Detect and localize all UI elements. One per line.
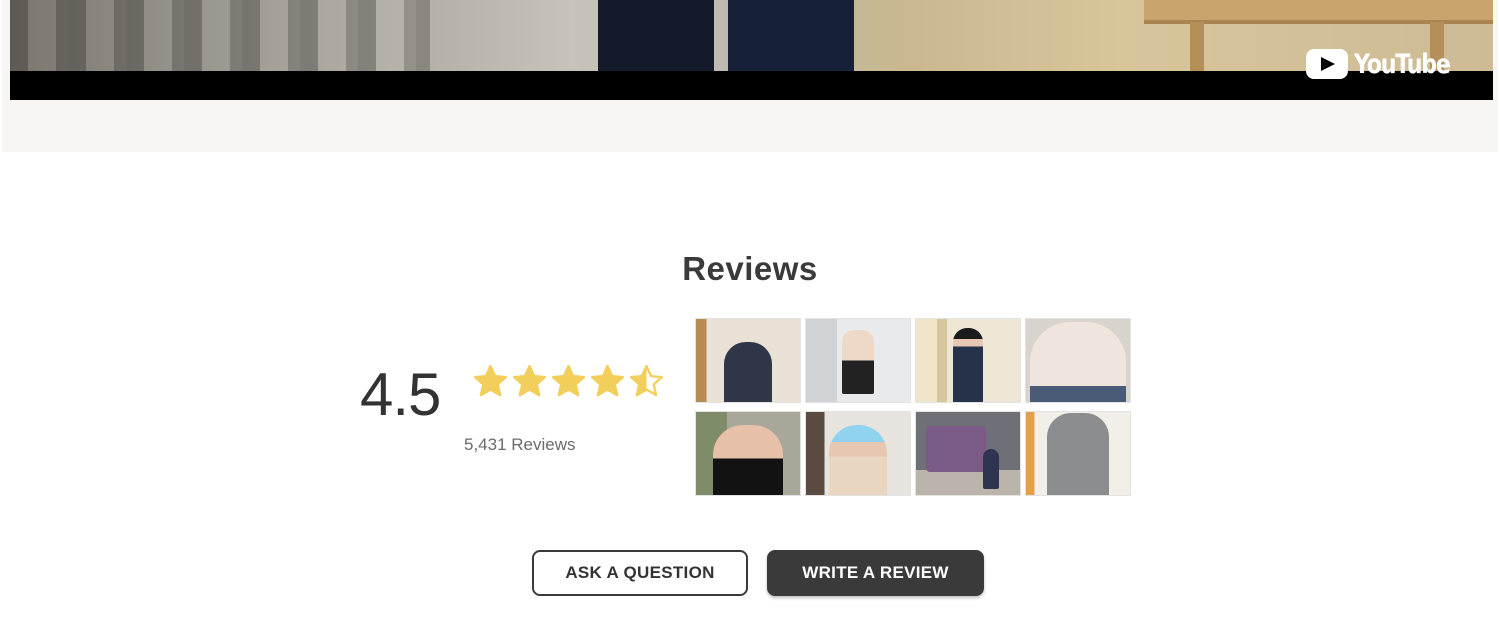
review-photo-grid xyxy=(695,318,1133,496)
video-curtain xyxy=(10,0,430,71)
review-photo-5[interactable] xyxy=(695,411,801,496)
review-photo-6[interactable] xyxy=(805,411,911,496)
photo-subject xyxy=(842,330,874,394)
star-full-icon xyxy=(474,365,507,397)
video-frame-image xyxy=(10,0,1493,71)
photo-subject xyxy=(1030,322,1126,402)
photo-subject xyxy=(829,425,887,495)
review-photo-3[interactable] xyxy=(915,318,1021,403)
review-count[interactable]: 5,431 Reviews xyxy=(464,435,576,455)
reviews-heading: Reviews xyxy=(682,250,818,287)
star-full-icon xyxy=(552,365,585,397)
review-photo-1[interactable] xyxy=(695,318,801,403)
video-section: YouTube xyxy=(2,0,1498,152)
photo-subject xyxy=(713,425,783,495)
video-table xyxy=(1144,0,1493,24)
rating-stars xyxy=(473,364,664,399)
average-rating: 4.5 xyxy=(360,361,441,428)
photo-subject xyxy=(724,342,772,402)
photo-subject xyxy=(953,328,983,402)
photo-banner xyxy=(926,426,986,472)
photo-subject xyxy=(1047,413,1109,495)
review-photo-4[interactable] xyxy=(1025,318,1131,403)
review-photo-8[interactable] xyxy=(1025,411,1131,496)
youtube-play-icon xyxy=(1306,49,1349,79)
write-review-button[interactable]: WRITE A REVIEW xyxy=(767,550,984,596)
video-person-leg-right xyxy=(728,0,854,71)
review-photo-7[interactable] xyxy=(915,411,1021,496)
youtube-wordmark: YouTube xyxy=(1354,48,1451,80)
video-table-leg xyxy=(1190,22,1204,71)
photo-subject xyxy=(982,449,999,489)
star-full-icon xyxy=(591,365,624,397)
review-photo-2[interactable] xyxy=(805,318,911,403)
star-full-icon xyxy=(513,365,546,397)
video-player[interactable]: YouTube xyxy=(10,0,1493,100)
star-half-icon xyxy=(630,365,663,397)
video-person-leg-left xyxy=(598,0,714,71)
youtube-logo[interactable]: YouTube xyxy=(1306,46,1471,82)
ask-question-button[interactable]: ASK A QUESTION xyxy=(532,550,748,596)
